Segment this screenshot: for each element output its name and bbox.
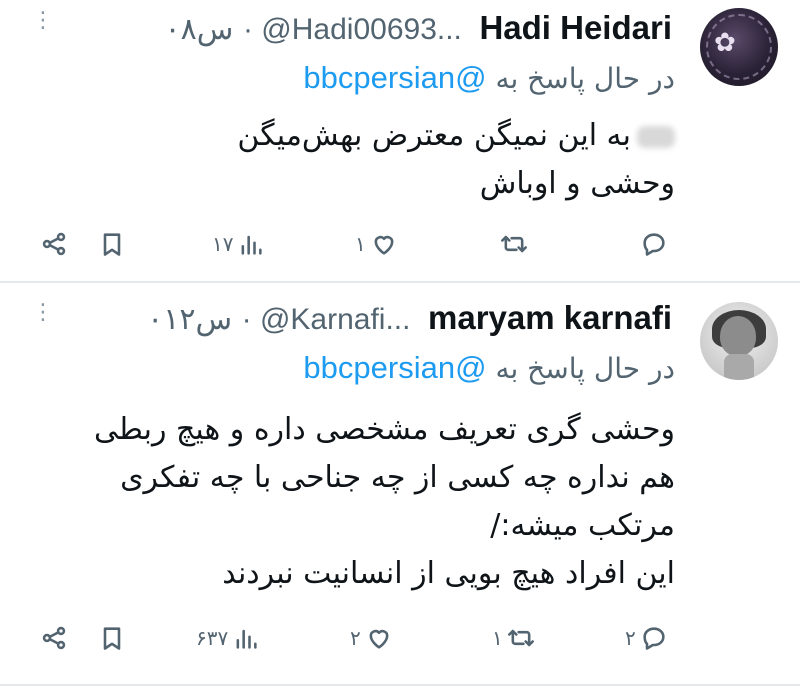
reply-button[interactable]: ۲: [625, 616, 668, 660]
replying-to: در حال پاسخ به @bbcpersian: [303, 58, 675, 98]
retweet-count: ۱: [492, 626, 503, 650]
reply-icon: [643, 233, 665, 256]
tweet-text: وحشی گری تعریف مشخصی داره و هیچ ربطی هم …: [94, 406, 675, 598]
share-button[interactable]: [40, 616, 68, 660]
more-dots-icon[interactable]: ⋮: [32, 8, 54, 33]
views-icon: [236, 629, 257, 649]
avatar-neck: [724, 354, 754, 380]
replying-to: در حال پاسخ به @bbcpersian: [303, 348, 675, 388]
tweet-text-line: این افراد هیچ بویی از انسانیت نبردند: [222, 556, 675, 591]
tweet-author-name[interactable]: Hadi Heidari: [479, 9, 672, 46]
view-count: ۶۳۷: [196, 626, 229, 650]
tweet-author-name[interactable]: maryam karnafi: [428, 299, 672, 336]
tweet-text-line: مرتکب میشه:/: [490, 508, 675, 543]
separator-dot: ·: [242, 13, 262, 46]
share-icon: [42, 232, 66, 256]
separator-dot: ·: [241, 303, 260, 336]
like-count: ۱: [355, 232, 366, 256]
tweet-header: ۰س۸ · @Hadi00693... Hadi Heidari: [165, 8, 672, 48]
views-button[interactable]: ۶۳۷: [196, 616, 260, 660]
retweet-button[interactable]: [500, 222, 528, 266]
more-dots-icon[interactable]: ⋮: [32, 300, 54, 325]
avatar[interactable]: ✿: [700, 8, 778, 86]
share-icon: [42, 626, 66, 650]
view-count: ۱۷: [212, 232, 234, 256]
views-icon: [242, 235, 263, 255]
reply-icon: [643, 627, 665, 650]
tweet-text-line: هم نداره چه کسی از چه جناحی با چه تفکری: [120, 460, 675, 495]
tweet-actions: ۲ ۱ ۲ ۶۳۷: [0, 616, 800, 660]
views-button[interactable]: ۱۷: [212, 222, 265, 266]
replying-to-label: در حال پاسخ به: [495, 352, 675, 385]
tweet-header: ۰س۱۲ · @Karnafi... maryam karnafi: [147, 298, 672, 338]
heart-icon: [374, 235, 394, 255]
bookmark-button[interactable]: [98, 616, 126, 660]
tweet-text-line: وحشی گری تعریف مشخصی داره و هیچ ربطی: [94, 412, 675, 447]
replying-to-mention[interactable]: @bbcpersian: [303, 350, 486, 385]
like-count: ۲: [350, 626, 361, 650]
avatar-logo-mark: ✿: [714, 28, 736, 58]
replying-to-label: در حال پاسخ به: [495, 62, 675, 95]
reply-button[interactable]: [640, 222, 668, 266]
tweet-time[interactable]: ۰س۸: [165, 13, 234, 46]
tweet-text-line: به این نمیگن معترض بهش‌میگن: [237, 112, 675, 160]
retweet-icon: [501, 235, 527, 253]
retweet-button[interactable]: ۱: [492, 616, 535, 660]
tweet-actions: ۱ ۱۷: [0, 222, 800, 266]
retweet-icon: [507, 629, 534, 647]
share-button[interactable]: [40, 222, 68, 266]
tweet-handle[interactable]: @Karnafi...: [260, 303, 411, 336]
bookmark-icon: [103, 627, 121, 650]
tweet-text-line: وحشی و اوباش: [479, 166, 675, 201]
heart-icon: [369, 629, 389, 649]
tweet-divider: [0, 281, 800, 283]
replying-to-mention[interactable]: @bbcpersian: [303, 60, 486, 95]
reply-count: ۲: [625, 626, 636, 650]
blurred-word: [637, 125, 675, 148]
tweet-card[interactable]: ⋮ ۰س۱۲ · @Karnafi... maryam karnafi در ح…: [0, 284, 800, 694]
avatar[interactable]: [700, 302, 778, 380]
tweet-card[interactable]: ✿ ⋮ ۰س۸ · @Hadi00693... Hadi Heidari در …: [0, 0, 800, 282]
like-button[interactable]: ۱: [355, 222, 398, 266]
bookmark-button[interactable]: [98, 222, 126, 266]
like-button[interactable]: ۲: [350, 616, 393, 660]
bookmark-icon: [103, 233, 121, 256]
tweet-text: به این نمیگن معترض بهش‌میگن وحشی و اوباش: [237, 112, 675, 208]
tweet-time[interactable]: ۰س۱۲: [147, 303, 232, 336]
avatar-face: [720, 316, 756, 356]
tweet-handle[interactable]: @Hadi00693...: [261, 13, 462, 46]
tweet-divider: [0, 684, 800, 686]
